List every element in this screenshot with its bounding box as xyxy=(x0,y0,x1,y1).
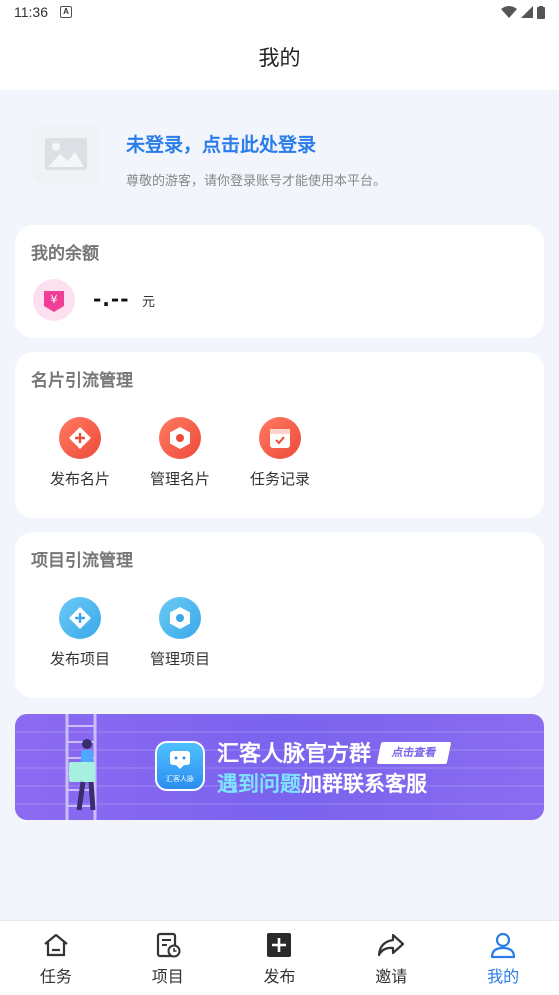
publish-card-label: 发布名片 xyxy=(49,470,110,488)
tab-mine-label: 我的 xyxy=(487,967,520,986)
wifi-icon xyxy=(501,6,517,18)
banner-title: 汇客人脉官方群 xyxy=(217,742,372,767)
publish-project-button[interactable]: 发布项目 xyxy=(40,597,120,669)
user-icon xyxy=(490,932,516,959)
document-clock-icon xyxy=(156,932,181,958)
banner-subtitle-rest: 加群联系客服 xyxy=(301,772,427,796)
app-name: 汇客人脉 xyxy=(166,775,194,783)
banner-subtitle: 遇到问题加群联系客服 xyxy=(217,768,427,798)
task-record-label: 任务记录 xyxy=(249,470,310,488)
publish-project-label: 发布项目 xyxy=(49,650,110,668)
profile-section[interactable]: 未登录，点击此处登录 尊敬的游客，请你登录账号才能使用本平台。 xyxy=(0,90,559,215)
official-group-banner[interactable]: 汇客人脉 汇客人脉官方群 点击查看 遇到问题加群联系客服 xyxy=(15,714,544,820)
battery-icon xyxy=(537,5,545,19)
tab-publish[interactable]: 发布 xyxy=(224,921,336,995)
status-bar: 11:36 A xyxy=(0,0,559,24)
balance-title: 我的余额 xyxy=(31,244,99,264)
app-logo: 汇客人脉 xyxy=(155,741,205,791)
diamond-plus-icon xyxy=(59,597,101,639)
title-bar: 我的 xyxy=(0,24,559,90)
balance-unit: 元 xyxy=(142,295,156,310)
manage-card-button[interactable]: 管理名片 xyxy=(140,417,220,489)
banner-view-button[interactable]: 点击查看 xyxy=(376,742,452,764)
notification-icon: A xyxy=(60,6,72,18)
project-management-title: 项目引流管理 xyxy=(31,551,133,571)
publish-card-button[interactable]: 发布名片 xyxy=(40,417,120,489)
card-management-card: 名片引流管理 发布名片 管理名片 任务记录 xyxy=(15,352,544,518)
bottom-tab-bar: 任务 项目 发布 邀请 我的 xyxy=(0,920,559,995)
balance-card: 我的余额 ¥ -.-- 元 xyxy=(15,225,544,338)
calendar-check-icon xyxy=(259,417,301,459)
page-title: 我的 xyxy=(258,46,301,70)
manage-card-label: 管理名片 xyxy=(149,470,210,488)
status-icons xyxy=(501,5,545,19)
tab-tasks[interactable]: 任务 xyxy=(0,921,112,995)
tab-invite-label: 邀请 xyxy=(375,967,408,986)
tab-mine[interactable]: 我的 xyxy=(447,921,559,995)
share-icon xyxy=(378,933,405,957)
banner-subtitle-highlight: 遇到问题 xyxy=(217,772,301,796)
manage-project-button[interactable]: 管理项目 xyxy=(140,597,220,669)
tab-projects[interactable]: 项目 xyxy=(112,921,224,995)
login-subtitle: 尊敬的游客，请你登录账号才能使用本平台。 xyxy=(126,174,387,189)
tab-invite[interactable]: 邀请 xyxy=(335,921,447,995)
tab-tasks-label: 任务 xyxy=(39,967,72,986)
tab-projects-label: 项目 xyxy=(151,967,184,986)
balance-value: -.-- xyxy=(93,287,130,311)
login-prompt[interactable]: 未登录，点击此处登录 xyxy=(126,130,316,157)
avatar[interactable] xyxy=(32,124,100,184)
project-management-card: 项目引流管理 发布项目 管理项目 xyxy=(15,532,544,698)
plus-square-icon xyxy=(267,933,292,957)
diamond-plus-icon xyxy=(59,417,101,459)
image-placeholder-icon xyxy=(45,138,87,170)
signal-icon xyxy=(521,6,533,18)
yuan-wallet-icon: ¥ xyxy=(33,279,75,321)
svg-text:¥: ¥ xyxy=(51,293,58,306)
hexagon-nut-icon xyxy=(159,417,201,459)
status-time: 11:36 xyxy=(14,4,48,20)
task-record-button[interactable]: 任务记录 xyxy=(240,417,320,489)
card-management-title: 名片引流管理 xyxy=(31,371,133,391)
ladder-climber-illustration xyxy=(65,714,97,820)
home-icon xyxy=(44,933,68,957)
chat-bubble-icon xyxy=(170,751,190,769)
manage-project-label: 管理项目 xyxy=(149,650,210,668)
hexagon-nut-icon xyxy=(159,597,201,639)
tab-publish-label: 发布 xyxy=(263,967,296,986)
